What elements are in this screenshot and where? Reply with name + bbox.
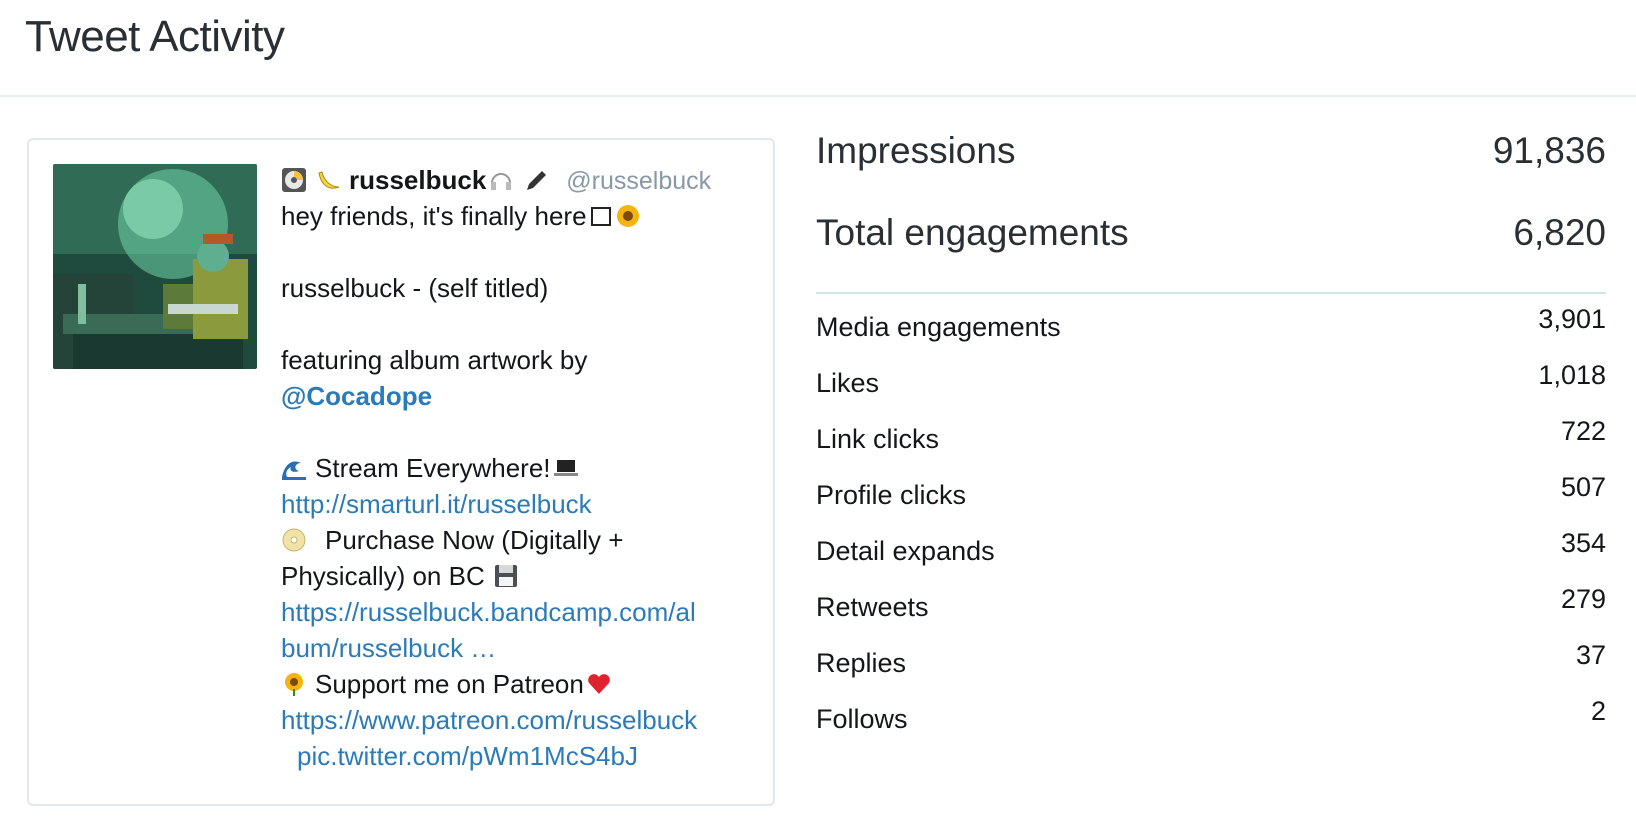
display-name[interactable]: russelbuck xyxy=(349,165,486,195)
stat-value: 37 xyxy=(1575,640,1606,670)
tweet-card[interactable]: russelbuck @russelbuck hey friends, it's … xyxy=(27,138,775,806)
page-header: Tweet Activity xyxy=(0,0,1636,97)
tweet-text: russelbuck @russelbuck hey friends, it's … xyxy=(281,162,761,774)
stat-label: Likes xyxy=(816,368,880,398)
sunflower-icon xyxy=(615,203,641,229)
stat-row: Link clicks 722 xyxy=(816,406,1606,462)
tweet-line-text: russelbuck - (self titled) xyxy=(281,273,549,303)
stream-link[interactable]: http://smarturl.it/russelbuck xyxy=(281,489,592,519)
stat-value: 354 xyxy=(1560,528,1606,558)
headphones-icon xyxy=(488,167,514,193)
laptop-icon xyxy=(553,455,579,481)
heart-icon xyxy=(586,671,612,697)
stat-label: Replies xyxy=(816,648,907,678)
sunflower-icon xyxy=(281,671,307,697)
album-artwork-image[interactable] xyxy=(53,164,257,369)
engagements-row: Total engagements 6,820 xyxy=(816,212,1606,294)
cd-icon xyxy=(281,167,307,193)
impressions-label: Impressions xyxy=(816,130,1016,171)
stat-row: Profile clicks 507 xyxy=(816,462,1606,518)
engagements-label: Total engagements xyxy=(816,212,1129,253)
stat-row: Likes 1,018 xyxy=(816,350,1606,406)
tweet-line-text: featuring album artwork by xyxy=(281,345,588,375)
stat-value: 722 xyxy=(1560,416,1606,446)
stat-value: 1,018 xyxy=(1538,360,1606,390)
stat-label: Detail expands xyxy=(816,536,995,566)
stat-label: Profile clicks xyxy=(816,480,967,510)
stat-label: Media engagements xyxy=(816,312,1061,342)
banana-icon xyxy=(315,167,341,193)
stat-row: Follows 2 xyxy=(816,686,1606,742)
stat-value: 3,901 xyxy=(1538,304,1606,334)
mention-link[interactable]: @Cocadope xyxy=(281,381,432,411)
stat-row: Replies 37 xyxy=(816,630,1606,686)
patreon-link[interactable]: https://www.patreon.com/russelbuck xyxy=(281,705,697,735)
stat-label: Follows xyxy=(816,704,908,734)
pen-icon xyxy=(522,167,548,193)
tweet-author[interactable]: russelbuck @russelbuck xyxy=(281,162,761,198)
stat-label: Link clicks xyxy=(816,424,940,454)
tweet-line-text: Support me on Patreon xyxy=(315,669,584,699)
stat-row: Detail expands 354 xyxy=(816,518,1606,574)
impressions-value: 91,836 xyxy=(1492,130,1606,171)
tweet-line: hey friends, it's finally here xyxy=(281,198,761,234)
page-title: Tweet Activity xyxy=(25,12,285,61)
floppy-icon xyxy=(493,563,519,589)
stat-row: Media engagements 3,901 xyxy=(816,294,1606,350)
wave-icon xyxy=(281,455,307,481)
engagements-value: 6,820 xyxy=(1513,212,1606,253)
stats-panel: Impressions 91,836 Total engagements 6,8… xyxy=(816,130,1606,742)
bandcamp-link[interactable]: https://russelbuck.bandcamp.com/al xyxy=(281,597,696,627)
stat-value: 2 xyxy=(1590,696,1606,726)
bandcamp-link-continued[interactable]: bum/russelbuck … xyxy=(281,633,496,663)
dvd-icon xyxy=(281,527,307,553)
tweet-line-text: Physically) on BC xyxy=(281,561,485,591)
impressions-row: Impressions 91,836 xyxy=(816,130,1606,212)
pic-link[interactable]: pic.twitter.com/pWm1McS4bJ xyxy=(297,741,638,771)
stat-label: Retweets xyxy=(816,592,929,622)
tweet-line-text: Purchase Now (Digitally + xyxy=(325,525,624,555)
tweet-line-text: Stream Everywhere! xyxy=(315,453,551,483)
box-icon xyxy=(589,203,615,229)
stat-value: 279 xyxy=(1560,584,1606,614)
stat-row: Retweets 279 xyxy=(816,574,1606,630)
user-handle[interactable]: @russelbuck xyxy=(566,167,711,195)
stat-value: 507 xyxy=(1560,472,1606,502)
tweet-line-text: hey friends, it's finally here xyxy=(281,201,587,231)
